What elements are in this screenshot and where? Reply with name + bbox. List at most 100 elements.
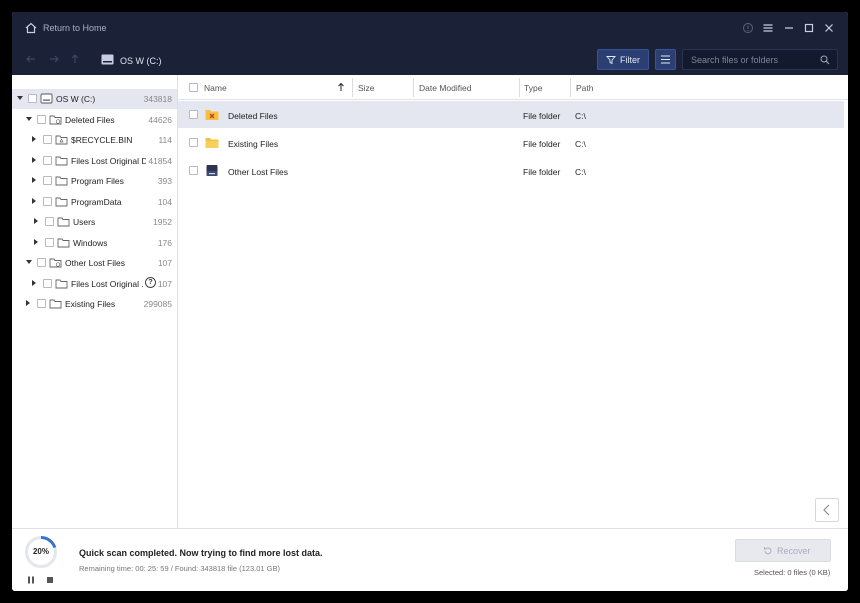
expand-caret-right-icon[interactable] (32, 177, 36, 183)
tree-item[interactable]: OS W (C:) 343818 (12, 89, 177, 109)
return-home-link[interactable]: Return to Home (43, 23, 107, 33)
recover-button[interactable]: Recover (735, 539, 831, 562)
expand-caret-right-icon[interactable] (34, 238, 38, 245)
tree-item-label: Program Files (71, 176, 124, 186)
tree-item-count: 44626 (148, 114, 172, 125)
tree-item[interactable]: ProgramData 104 (12, 192, 177, 212)
tree-item-checkbox[interactable] (45, 237, 54, 247)
folder-icon (57, 217, 70, 227)
close-icon[interactable] (822, 21, 836, 35)
tree-item-label: Windows (73, 237, 108, 248)
search-box (682, 49, 838, 70)
expand-caret-right-icon[interactable] (32, 279, 36, 286)
expand-caret-right-icon[interactable] (26, 300, 30, 306)
tree-item[interactable]: Windows 176 (12, 233, 177, 253)
row-checkbox[interactable] (189, 138, 198, 147)
search-input[interactable] (691, 53, 816, 67)
table-row[interactable]: Deleted Files File folder C:\ (178, 101, 844, 128)
expand-caret-right-icon[interactable] (32, 197, 36, 204)
column-separator[interactable] (570, 78, 571, 97)
tree-item-checkbox[interactable] (45, 217, 54, 226)
tree-item-checkbox[interactable] (43, 135, 52, 144)
expand-caret-down-icon[interactable] (17, 96, 23, 100)
tree-item[interactable]: Program Files 393 (12, 171, 177, 191)
column-type[interactable]: Type (524, 75, 569, 100)
tree-item-checkbox[interactable] (43, 176, 52, 185)
scan-status-message: Quick scan completed. Now trying to find… (79, 548, 323, 558)
column-separator[interactable] (352, 78, 353, 97)
tree-item-checkbox[interactable] (37, 258, 46, 267)
column-name[interactable]: Name (204, 75, 352, 100)
column-separator[interactable] (519, 78, 520, 97)
chevron-left-icon (823, 504, 830, 516)
home-icon[interactable] (24, 21, 38, 35)
tree-item-label: ProgramData (71, 196, 122, 207)
menu-icon[interactable] (761, 21, 775, 35)
pause-icon[interactable] (27, 576, 35, 584)
tree-item-label: Files Lost Original Di... (71, 155, 146, 166)
row-type: File folder (523, 111, 561, 121)
table-row[interactable]: Existing Files File folder C:\ (178, 129, 844, 156)
row-checkbox[interactable] (189, 166, 198, 175)
tree-item[interactable]: Deleted Files 44626 (12, 110, 177, 130)
recycle-folder-icon (55, 135, 68, 145)
expand-caret-right-icon[interactable] (32, 136, 36, 142)
row-name: Existing Files (228, 139, 279, 149)
tree-item-label: Other Lost Files (65, 258, 125, 268)
column-size[interactable]: Size (358, 75, 413, 100)
drive-icon (101, 54, 114, 65)
tree-item-checkbox[interactable] (37, 114, 46, 124)
expand-caret-right-icon[interactable] (34, 218, 38, 224)
help-icon[interactable]: ? (145, 276, 156, 288)
tree-item-checkbox[interactable] (28, 94, 37, 103)
maximize-icon[interactable] (802, 21, 816, 35)
row-name: Deleted Files (228, 111, 278, 121)
list-header: Name Size Date Modified Type Path (178, 75, 848, 100)
folder-icon (55, 279, 68, 288)
tree-item-count: 393 (157, 176, 172, 186)
tree-item[interactable]: Existing Files 299085 (12, 294, 177, 314)
minimize-icon[interactable] (782, 21, 796, 35)
tree-item[interactable]: $RECYCLE.BIN 114 (12, 130, 177, 150)
row-type: File folder (523, 167, 561, 177)
forward-arrow-icon[interactable] (48, 53, 60, 65)
stop-icon[interactable] (47, 577, 53, 583)
tree-item-label: OS W (C:) (56, 94, 96, 104)
tree-item[interactable]: Files Lost Original Di...41854 (12, 151, 177, 171)
tree-item-label: Existing Files (65, 299, 116, 309)
tree-item-checkbox[interactable] (43, 278, 52, 288)
tree-item-count: 176 (157, 237, 172, 248)
expand-caret-right-icon[interactable] (32, 156, 36, 163)
up-arrow-icon[interactable] (69, 53, 81, 65)
tree-item-label: Files Lost Original ... (71, 278, 143, 289)
column-separator[interactable] (413, 78, 414, 97)
expand-caret-down-icon[interactable] (26, 116, 32, 121)
tree-item[interactable]: Users 1952 (12, 212, 177, 232)
breadcrumb-drive[interactable]: OS W (C:) (120, 56, 162, 66)
tree-item-checkbox[interactable] (43, 155, 52, 165)
tree-item[interactable]: Other Lost Files 107 (12, 253, 177, 273)
feedback-icon[interactable] (741, 21, 755, 35)
table-row[interactable]: Other Lost Files File folder C:\ (178, 157, 844, 184)
column-path[interactable]: Path (576, 75, 636, 100)
app-window: Return to Home OS W (C:) Filter Search f… (12, 12, 848, 591)
tree-item-count: 107 (157, 258, 172, 268)
column-date-label: Date Modified (419, 83, 472, 93)
select-all-checkbox[interactable] (189, 83, 198, 92)
collapse-panel-button[interactable] (815, 498, 839, 522)
sort-ascending-icon[interactable] (337, 82, 345, 92)
filter-button[interactable]: Filter (597, 49, 649, 70)
tree-item-checkbox[interactable] (43, 196, 52, 206)
tree-item[interactable]: Files Lost Original ...? 107 (12, 274, 177, 294)
back-arrow-icon[interactable] (25, 53, 37, 65)
row-checkbox[interactable] (189, 110, 198, 119)
column-date-modified[interactable]: Date Modified (419, 75, 519, 100)
tree-item-label: Users (73, 217, 96, 227)
expand-caret-down-icon[interactable] (26, 260, 32, 264)
search-icon[interactable] (820, 55, 830, 65)
folder-icon (55, 176, 68, 186)
list-view-button[interactable] (655, 49, 676, 70)
tree-item-checkbox[interactable] (37, 299, 46, 308)
tree-item-count: 107 (157, 278, 172, 289)
recover-icon (764, 547, 772, 555)
